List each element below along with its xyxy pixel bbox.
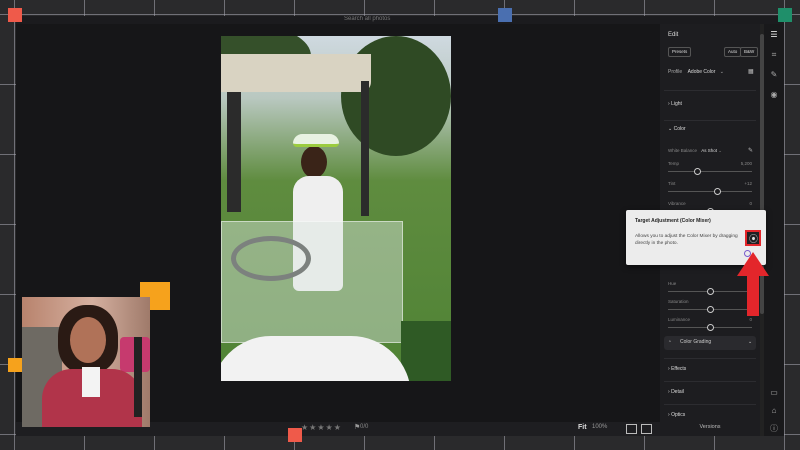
grass-shadow: [401, 321, 451, 381]
person-head: [301, 146, 327, 178]
healing-icon[interactable]: ✎: [769, 70, 779, 80]
compare-icon[interactable]: [626, 424, 637, 434]
search-placeholder[interactable]: Search all photos: [344, 16, 390, 22]
chevron-down-icon: ⌄: [748, 339, 753, 345]
section-light[interactable]: › Light: [668, 101, 682, 107]
flag-count: 0/0: [360, 424, 369, 430]
mixer-slider-knob[interactable]: [707, 288, 714, 295]
mixer-slider-label: Saturation: [668, 299, 689, 304]
fit-button[interactable]: Fit: [578, 424, 587, 431]
tag-icon[interactable]: ⌂: [769, 406, 779, 416]
crop-icon[interactable]: ⌗: [769, 50, 779, 60]
mixer-slider-label: Hue: [668, 281, 677, 286]
profile-browser-icon[interactable]: ▦: [748, 68, 754, 75]
color-slider-knob[interactable]: [694, 168, 702, 175]
webcam-microphone: [134, 337, 142, 417]
tooltip-title: Target Adjustment (Color Mixer): [635, 218, 711, 224]
cart-windshield: [221, 221, 403, 343]
mixer-slider-label: Luminance: [668, 317, 691, 322]
cart-pole: [361, 81, 369, 216]
profile-value[interactable]: Adobe Color: [688, 69, 716, 75]
cart-roof: [221, 54, 371, 92]
corner-marker: [8, 358, 22, 372]
auto-button[interactable]: Auto: [724, 47, 742, 57]
color-slider-label: Temp: [668, 161, 680, 166]
chevron-down-icon: ⌄: [719, 69, 724, 75]
color-grading-icon: ◔: [668, 339, 672, 345]
webcam-face: [70, 317, 106, 363]
zoom-select[interactable]: 100%: [592, 424, 607, 430]
eyedropper-icon[interactable]: ✎: [748, 147, 753, 154]
main-photo[interactable]: [221, 36, 451, 381]
info-icon[interactable]: ⓘ: [769, 424, 779, 434]
red-arrow-annotation: [737, 252, 769, 316]
target-adjustment-icon: ⦿: [749, 234, 759, 244]
color-slider-label: Vibrance: [668, 201, 686, 206]
color-slider-value[interactable]: 5,200: [741, 161, 752, 166]
presets-button[interactable]: Presets: [668, 47, 692, 57]
color-slider-track[interactable]: [668, 171, 752, 172]
color-slider-value[interactable]: 0: [749, 201, 752, 206]
corner-marker: [778, 8, 792, 22]
section-color[interactable]: ⌄ Color: [668, 126, 686, 132]
panel-title: Edit: [668, 32, 679, 38]
webcam-overlay: [22, 297, 150, 427]
rating-stars[interactable]: ★★★★★: [301, 423, 342, 432]
color-slider-label: Tint: [668, 181, 676, 186]
sliders-icon[interactable]: ☰: [769, 30, 779, 40]
section-effects[interactable]: › Effects: [668, 366, 686, 372]
tool-rail: ☰ ⌗ ✎ ◉ ▭ ⌂ ⓘ: [764, 24, 784, 436]
section-detail[interactable]: › Detail: [668, 389, 684, 395]
color-slider-track[interactable]: [668, 191, 752, 192]
mixer-slider-value[interactable]: 0: [749, 317, 752, 322]
profile-label: Profile: [668, 69, 683, 75]
cart-pole: [227, 92, 241, 212]
person-visor: [293, 134, 339, 147]
color-slider-value[interactable]: +12: [744, 181, 752, 186]
top-bar: Search all photos: [16, 16, 784, 24]
bw-button[interactable]: B&W: [740, 47, 759, 57]
corner-marker: [498, 8, 512, 22]
versions-button[interactable]: Versions: [660, 424, 760, 430]
comment-icon[interactable]: ▭: [769, 388, 779, 398]
mixer-slider-knob[interactable]: [707, 306, 714, 313]
before-after-icon[interactable]: [641, 424, 652, 434]
profile-row[interactable]: Profile Adobe Color ⌄: [668, 69, 724, 75]
color-grading-label: Color Grading: [680, 339, 712, 345]
corner-marker: [8, 8, 22, 22]
color-grading-section[interactable]: ◔ Color Grading ⌄: [664, 336, 756, 350]
webcam-shirt: [82, 367, 100, 397]
tooltip-body: Allows you to adjust the Color Mixer by …: [635, 234, 738, 246]
target-adjustment-button[interactable]: ⦿: [745, 230, 761, 246]
masking-icon[interactable]: ◉: [769, 90, 779, 100]
corner-marker: [288, 428, 302, 442]
white-balance-row[interactable]: White Balance As Shot ⌄: [668, 148, 722, 154]
color-slider-knob[interactable]: [713, 188, 721, 195]
mixer-slider-knob[interactable]: [707, 324, 714, 331]
section-optics[interactable]: › Optics: [668, 412, 685, 418]
